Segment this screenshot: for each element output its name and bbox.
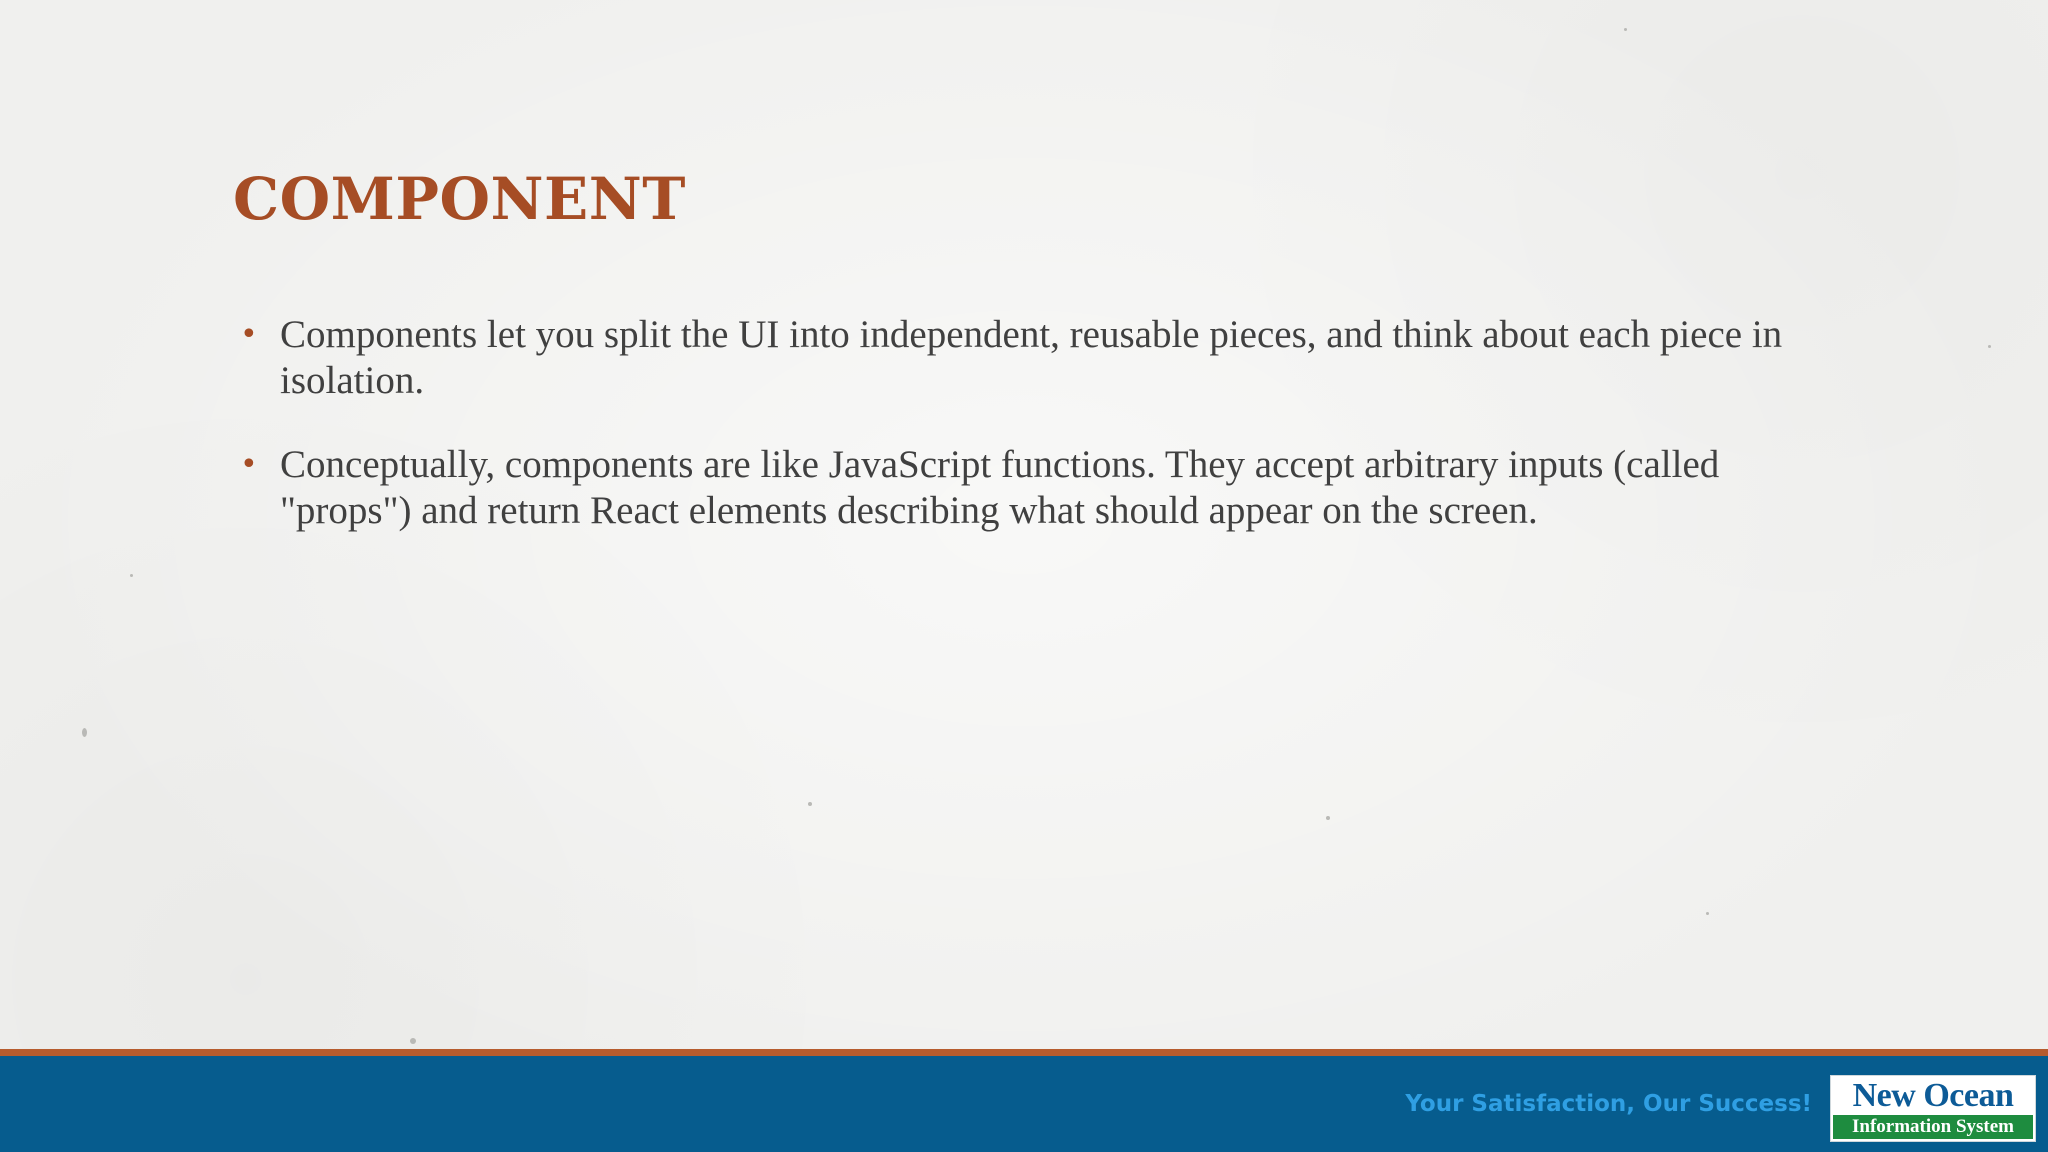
paper-speck bbox=[1706, 912, 1709, 915]
list-item: • Components let you split the UI into i… bbox=[238, 312, 1818, 404]
paper-speck bbox=[410, 1038, 416, 1044]
bullet-icon: • bbox=[240, 317, 258, 352]
footer-divider bbox=[0, 1049, 2048, 1056]
paper-speck bbox=[1624, 28, 1627, 31]
list-item: • Conceptually, components are like Java… bbox=[238, 442, 1818, 534]
footer-slogan: Your Satisfaction, Our Success! bbox=[1405, 1091, 1812, 1117]
logo-subtitle: Information System bbox=[1833, 1115, 2033, 1139]
paper-speck bbox=[82, 728, 87, 737]
paper-speck bbox=[808, 802, 812, 806]
logo-name: New Ocean bbox=[1852, 1077, 2014, 1114]
bullet-text: Conceptually, components are like JavaSc… bbox=[280, 443, 1720, 532]
bullet-list: • Components let you split the UI into i… bbox=[238, 312, 1818, 572]
paper-speck bbox=[130, 574, 133, 577]
paper-speck bbox=[1326, 816, 1330, 820]
bullet-icon: • bbox=[240, 447, 258, 482]
slide-title: COMPONENT bbox=[233, 165, 686, 233]
bullet-text: Components let you split the UI into ind… bbox=[280, 313, 1783, 402]
paper-speck bbox=[1988, 345, 1991, 348]
company-logo: New Ocean Information System bbox=[1830, 1075, 2036, 1142]
